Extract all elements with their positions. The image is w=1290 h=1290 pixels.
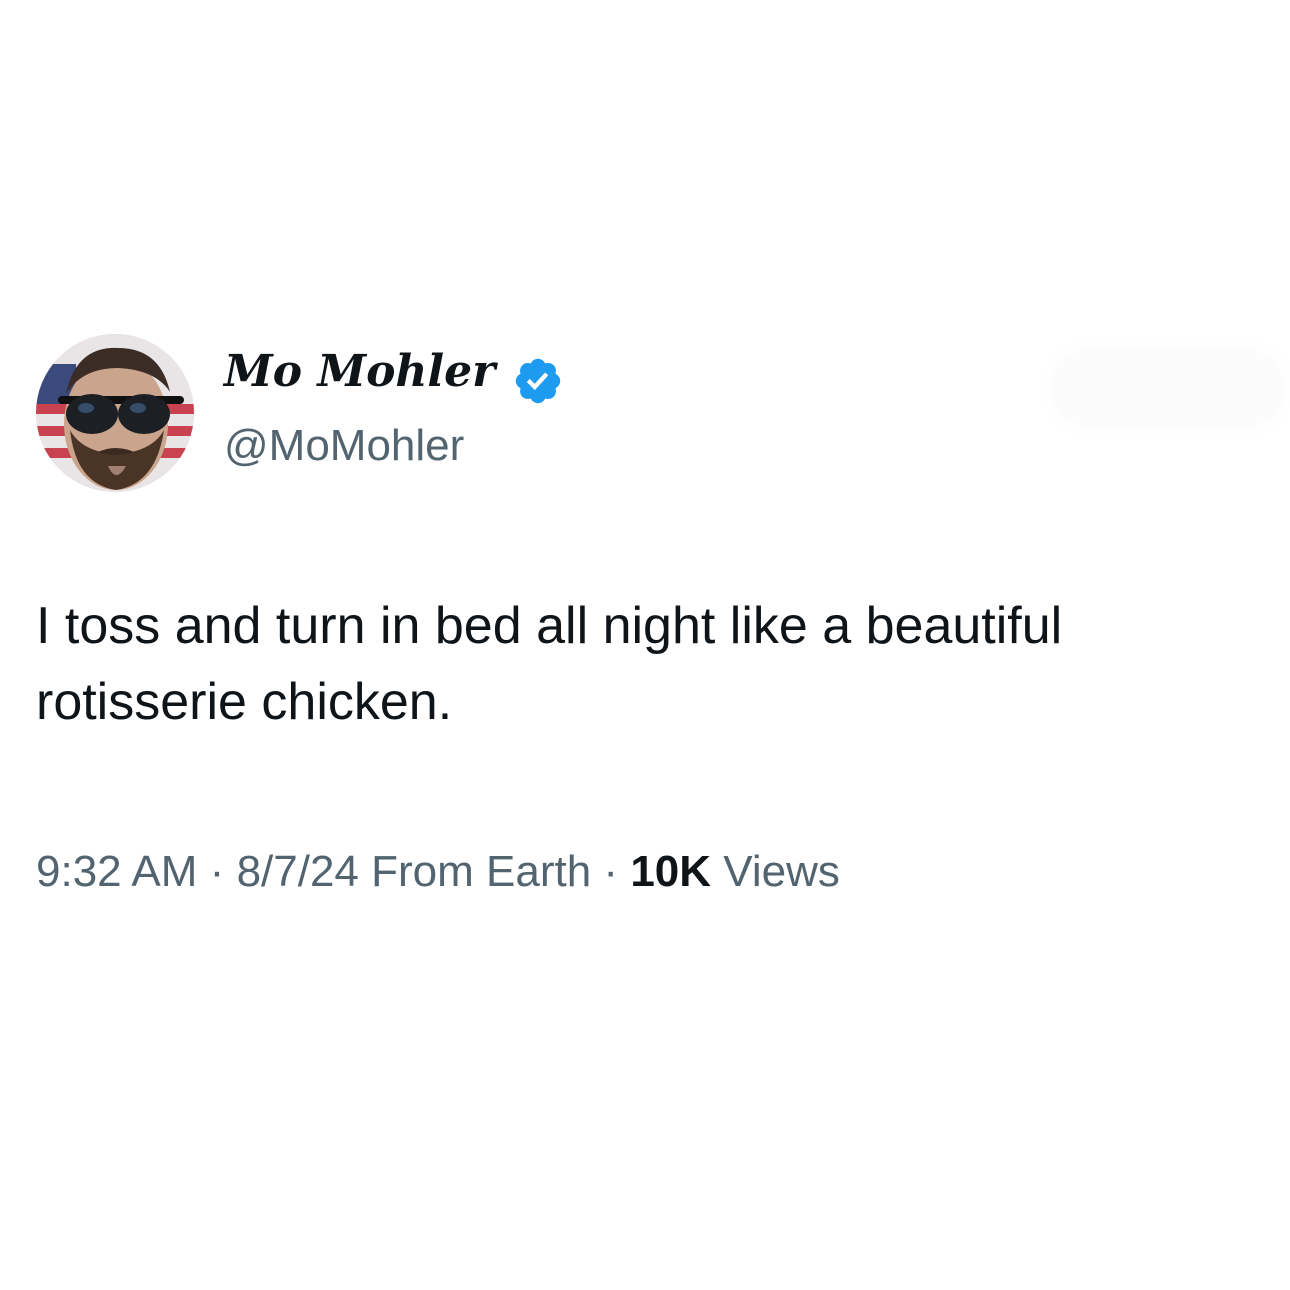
tweet-card: Mo Mohler @MoMohler I toss and turn in b… [0,0,1290,1290]
tweet-date[interactable]: 8/7/24 [237,847,359,896]
meta-separator: · [603,847,619,896]
follow-button[interactable] [1050,348,1286,428]
verified-badge-icon [515,358,561,404]
user-handle[interactable]: @MoMohler [224,424,464,468]
avatar[interactable] [36,334,194,492]
views-count[interactable]: 10K [630,847,711,896]
tweet-source: From Earth [371,847,592,896]
avatar-photo-icon [36,334,194,492]
views-label: Views [723,847,840,896]
meta-separator: · [209,847,225,896]
display-name[interactable]: Mo Mohler [224,350,495,394]
tweet-meta: 9:32 AM · 8/7/24 From Earth · 10K Views [36,846,840,898]
tweet-text: I toss and turn in bed all night like a … [36,597,1063,731]
tweet-time[interactable]: 9:32 AM [36,847,197,896]
